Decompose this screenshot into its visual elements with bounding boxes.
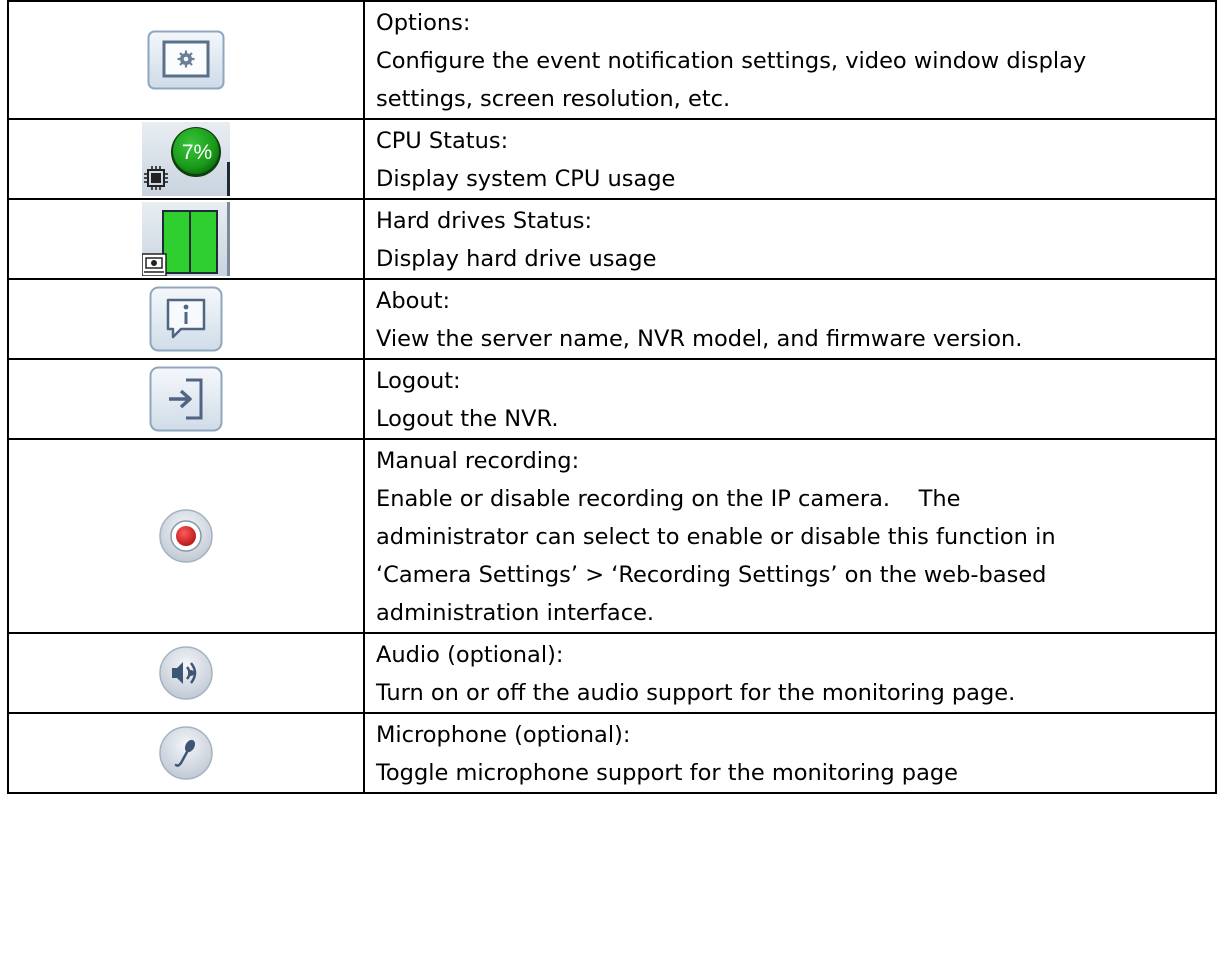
row-text: View the server name, NVR model, and fir…	[376, 326, 1023, 352]
table-row: Audio (optional): Turn on or off the aud…	[7, 632, 1217, 714]
icon-cell	[7, 438, 365, 634]
row-text: administrator can select to enable or di…	[376, 524, 1056, 550]
microphone-icon[interactable]	[158, 725, 214, 781]
row-text: Display system CPU usage	[376, 166, 676, 192]
icon-cell	[7, 632, 365, 714]
icon-cell	[7, 712, 365, 794]
options-gear-icon[interactable]	[147, 30, 225, 90]
row-text: Turn on or off the audio support for the…	[376, 680, 1016, 706]
record-icon[interactable]	[158, 508, 214, 564]
table-row: About: View the server name, NVR model, …	[7, 278, 1217, 360]
description-cell: Logout: Logout the NVR.	[363, 358, 1217, 440]
row-title: Manual recording:	[376, 448, 580, 474]
row-text: Configure the event notification setting…	[376, 48, 1087, 74]
icon-cell	[7, 278, 365, 360]
speaker-audio-icon[interactable]	[158, 645, 214, 701]
row-text: administration interface.	[376, 600, 655, 626]
about-info-icon[interactable]	[149, 286, 223, 352]
table-row: Options: Configure the event notificatio…	[7, 0, 1217, 120]
icon-cell	[7, 198, 365, 280]
row-title: Audio (optional):	[376, 642, 564, 668]
cpu-status-icon[interactable]: 7%	[142, 122, 230, 196]
row-text: ‘Camera Settings’ > ‘Recording Settings’…	[376, 562, 1047, 588]
description-cell: Audio (optional): Turn on or off the aud…	[363, 632, 1217, 714]
row-title: About:	[376, 288, 451, 314]
description-cell: About: View the server name, NVR model, …	[363, 278, 1217, 360]
hard-drive-status-icon[interactable]	[142, 202, 230, 276]
row-text: Toggle microphone support for the monito…	[376, 760, 959, 786]
legend-table: Options: Configure the event notificatio…	[7, 0, 1217, 794]
icon-cell: 7%	[7, 118, 365, 200]
description-cell: Options: Configure the event notificatio…	[363, 0, 1217, 120]
row-title: Hard drives Status:	[376, 208, 593, 234]
row-title: Logout:	[376, 368, 461, 394]
row-text: settings, screen resolution, etc.	[376, 86, 731, 112]
logout-icon[interactable]	[149, 366, 223, 432]
row-title: Microphone (optional):	[376, 722, 631, 748]
table-row: Hard drives Status: Display hard drive u…	[7, 198, 1217, 280]
row-title: Options:	[376, 10, 471, 36]
icon-cell	[7, 358, 365, 440]
description-cell: Microphone (optional): Toggle microphone…	[363, 712, 1217, 794]
description-cell: CPU Status: Display system CPU usage	[363, 118, 1217, 200]
row-title: CPU Status:	[376, 128, 509, 154]
table-row: Logout: Logout the NVR.	[7, 358, 1217, 440]
row-text: Logout the NVR.	[376, 406, 559, 432]
table-row: 7% CPU Status: Display system CPU usage	[7, 118, 1217, 200]
description-cell: Manual recording: Enable or disable reco…	[363, 438, 1217, 634]
description-cell: Hard drives Status: Display hard drive u…	[363, 198, 1217, 280]
row-text: Enable or disable recording on the IP ca…	[376, 486, 961, 512]
table-row: Microphone (optional): Toggle microphone…	[7, 712, 1217, 794]
row-text: Display hard drive usage	[376, 246, 657, 272]
table-row: Manual recording: Enable or disable reco…	[7, 438, 1217, 634]
icon-cell	[7, 0, 365, 120]
cpu-usage-value: 7%	[182, 141, 212, 164]
